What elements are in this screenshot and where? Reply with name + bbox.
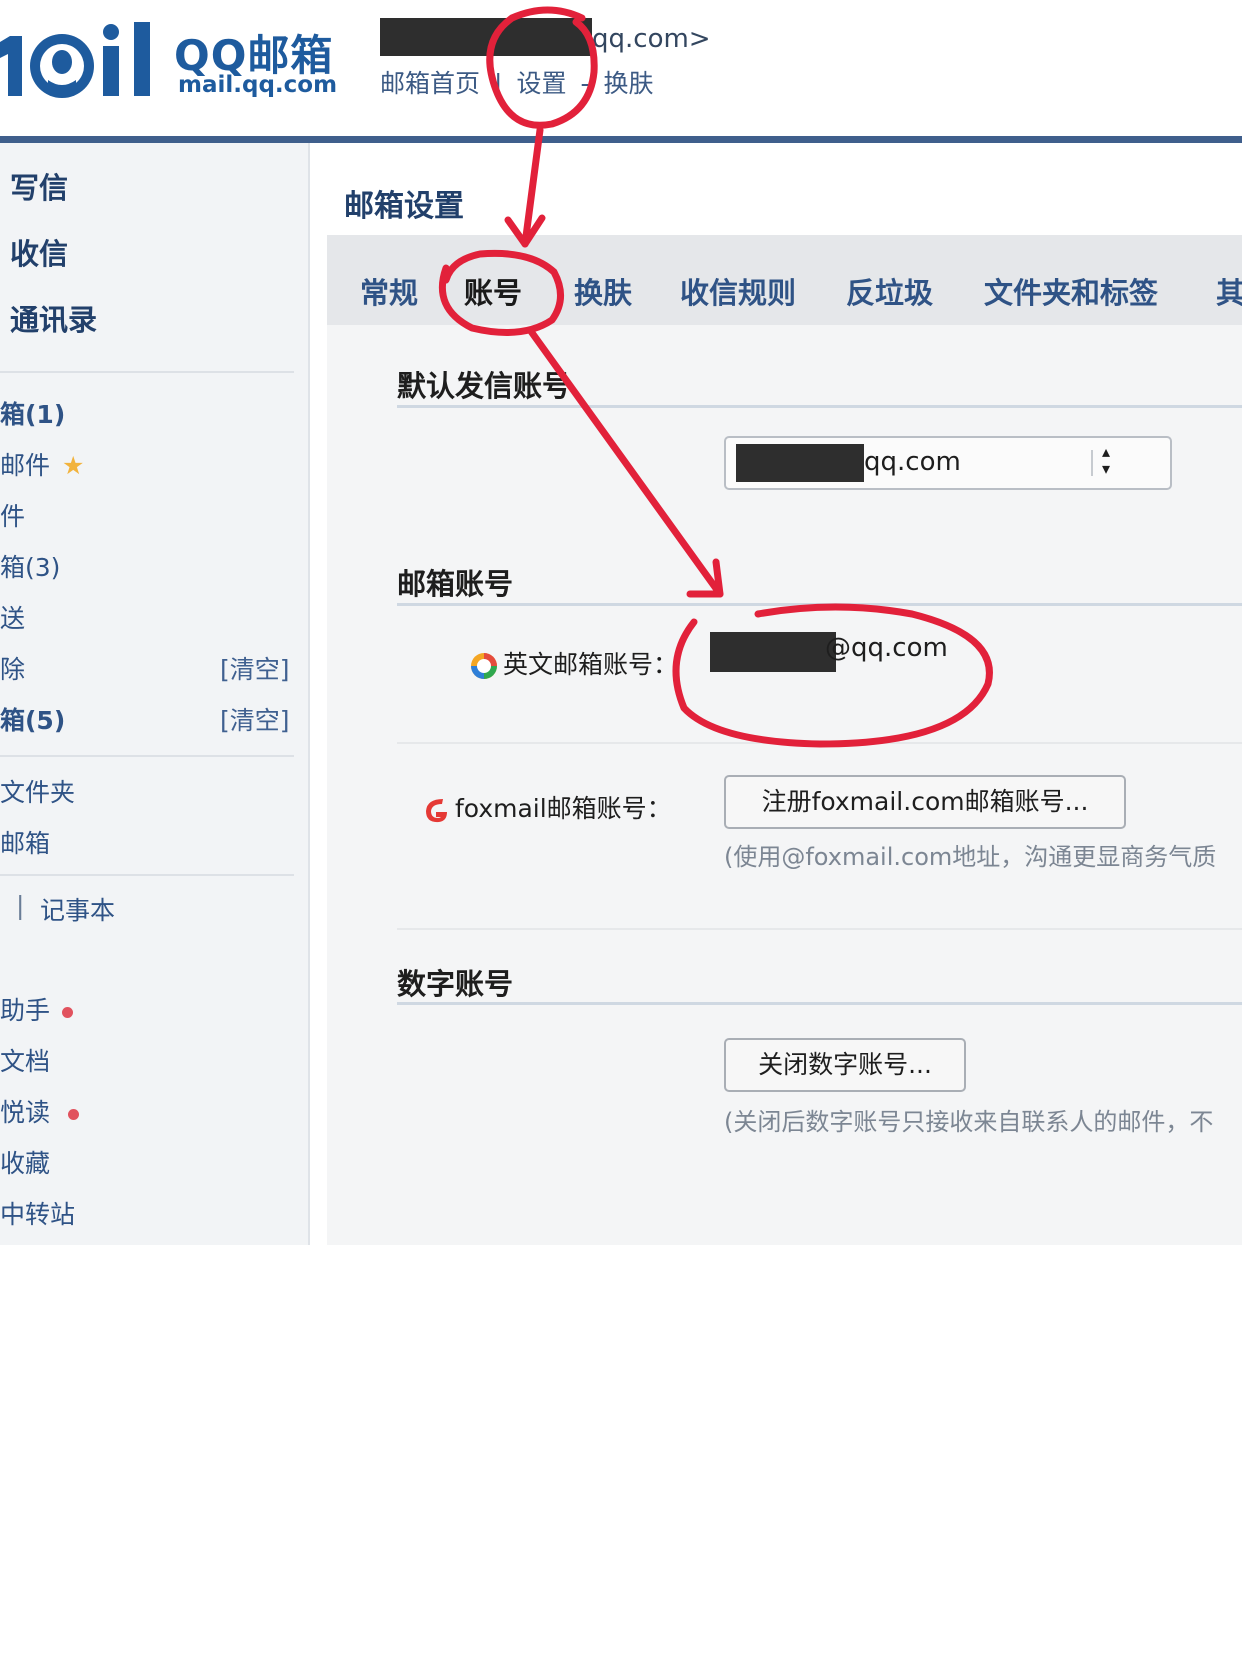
default-sender-value: qq.com — [864, 447, 961, 477]
tab-receive-rules[interactable]: 收信规则 — [680, 270, 796, 312]
redacted-account — [710, 632, 836, 672]
folder-starred-label: 邮件 — [0, 451, 51, 480]
mailbox-account-title: 邮箱账号 — [397, 567, 514, 601]
notification-dot-icon — [68, 1108, 80, 1120]
english-account-value: @qq.com — [825, 633, 948, 663]
top-nav: 邮箱首页 | 设置 - 换肤 — [380, 64, 668, 100]
tab-other[interactable]: 其 — [1216, 270, 1242, 312]
page-title: 邮箱设置 — [344, 189, 464, 224]
logo-domain: mail.qq.com — [178, 72, 338, 98]
app-assistant-label: 助手 — [0, 996, 51, 1025]
section-divider — [397, 603, 1242, 606]
redacted-account — [736, 444, 864, 482]
redacted-account — [380, 18, 592, 56]
row-divider — [397, 928, 1242, 930]
account-address: qq.com> — [592, 24, 711, 54]
star-icon: ★ — [62, 451, 85, 480]
english-account-label: 英文邮箱账号： — [503, 650, 679, 679]
receive-link[interactable]: 收信 — [10, 231, 68, 273]
sidebar-divider — [0, 371, 294, 373]
contacts-link[interactable]: 通讯录 — [10, 297, 97, 339]
tab-general[interactable]: 常规 — [360, 270, 418, 312]
default-sender-select[interactable]: qq.com ▴ ▾ — [724, 436, 1172, 490]
notepad-link[interactable]: 记事本 — [40, 891, 115, 927]
app-reader-label: 悦读 — [0, 1098, 51, 1127]
settings-panel: 默认发信账号 qq.com ▴ ▾ 邮箱账号 英文邮箱账号： @qq.com f… — [327, 325, 1242, 1245]
foxmail-account-row: foxmail邮箱账号： — [421, 789, 672, 825]
clear-deleted-link[interactable]: [清空] — [220, 650, 290, 686]
english-account-row: 英文邮箱账号： — [469, 645, 678, 681]
folder-outbox[interactable]: 送 — [0, 599, 25, 635]
app-docs[interactable]: 文档 — [0, 1042, 50, 1078]
select-divider — [1091, 450, 1093, 476]
select-arrows-icon: ▴ ▾ — [1102, 442, 1111, 478]
folder-sent[interactable]: 箱(3) — [0, 548, 60, 584]
nav-settings-link[interactable]: 设置 — [516, 69, 566, 98]
row-divider — [397, 742, 1242, 744]
notification-dot-icon — [62, 1006, 74, 1018]
nav-home-link[interactable]: 邮箱首页 — [380, 69, 480, 98]
my-folders-link[interactable]: 文件夹 — [0, 773, 75, 809]
qq-color-icon — [471, 653, 497, 679]
register-foxmail-button[interactable]: 注册foxmail.com邮箱账号... — [724, 775, 1126, 829]
app-favorites[interactable]: 收藏 — [0, 1144, 50, 1180]
mail-logo-icon[interactable] — [0, 14, 162, 104]
tab-skin[interactable]: 换肤 — [574, 270, 632, 312]
app-transfer[interactable]: 中转站 — [0, 1195, 75, 1231]
foxmail-hint: (使用@foxmail.com地址，沟通更显商务气质 — [724, 843, 1217, 871]
app-assistant[interactable]: 助手 — [0, 991, 74, 1027]
default-sender-title: 默认发信账号 — [397, 369, 572, 403]
folder-deleted[interactable]: 除 — [0, 650, 25, 686]
clear-spam-link[interactable]: [清空] — [220, 701, 290, 737]
header: QQ邮箱 mail.qq.com qq.com> 邮箱首页 | 设置 - 换肤 — [0, 0, 1242, 143]
sidebar: 写信 收信 通讯录 箱(1) 邮件 ★ 件 箱(3) 送 除 [清空] 箱(5) … — [0, 143, 310, 1245]
sidebar-divider — [0, 755, 294, 757]
nav-skin-link[interactable]: 换肤 — [604, 69, 654, 98]
tab-antispam[interactable]: 反垃圾 — [846, 270, 933, 312]
notepad-separator: | — [16, 891, 25, 920]
nav-dash: - — [580, 69, 590, 98]
folder-starred[interactable]: 邮件 ★ — [0, 446, 84, 482]
other-mailbox-link[interactable]: 邮箱 — [0, 824, 50, 860]
tab-account[interactable]: 账号 — [464, 270, 522, 312]
section-divider — [397, 1002, 1242, 1005]
settings-main: 邮箱设置 常规 账号 换肤 收信规则 反垃圾 文件夹和标签 其 默认发信账号 q… — [310, 143, 1242, 1245]
numeric-account-hint: (关闭后数字账号只接收来自联系人的邮件，不 — [724, 1108, 1214, 1136]
tab-folders-labels[interactable]: 文件夹和标签 — [984, 270, 1158, 312]
section-divider — [397, 405, 1242, 408]
numeric-account-title: 数字账号 — [397, 967, 514, 1001]
sidebar-divider — [0, 874, 294, 876]
compose-link[interactable]: 写信 — [10, 165, 68, 207]
nav-separator: | — [494, 69, 503, 98]
header-divider — [0, 136, 1242, 143]
screenshot: QQ邮箱 mail.qq.com qq.com> 邮箱首页 | 设置 - 换肤 写信 收… — [0, 0, 1242, 1245]
foxmail-icon — [426, 799, 447, 823]
app-reader[interactable]: 悦读 — [0, 1093, 80, 1129]
close-numeric-account-button[interactable]: 关闭数字账号... — [724, 1038, 966, 1092]
folder-drafts[interactable]: 件 — [0, 497, 25, 533]
folder-inbox[interactable]: 箱(1) — [0, 395, 65, 431]
foxmail-account-label: foxmail邮箱账号： — [455, 794, 672, 823]
folder-spam[interactable]: 箱(5) — [0, 701, 65, 737]
